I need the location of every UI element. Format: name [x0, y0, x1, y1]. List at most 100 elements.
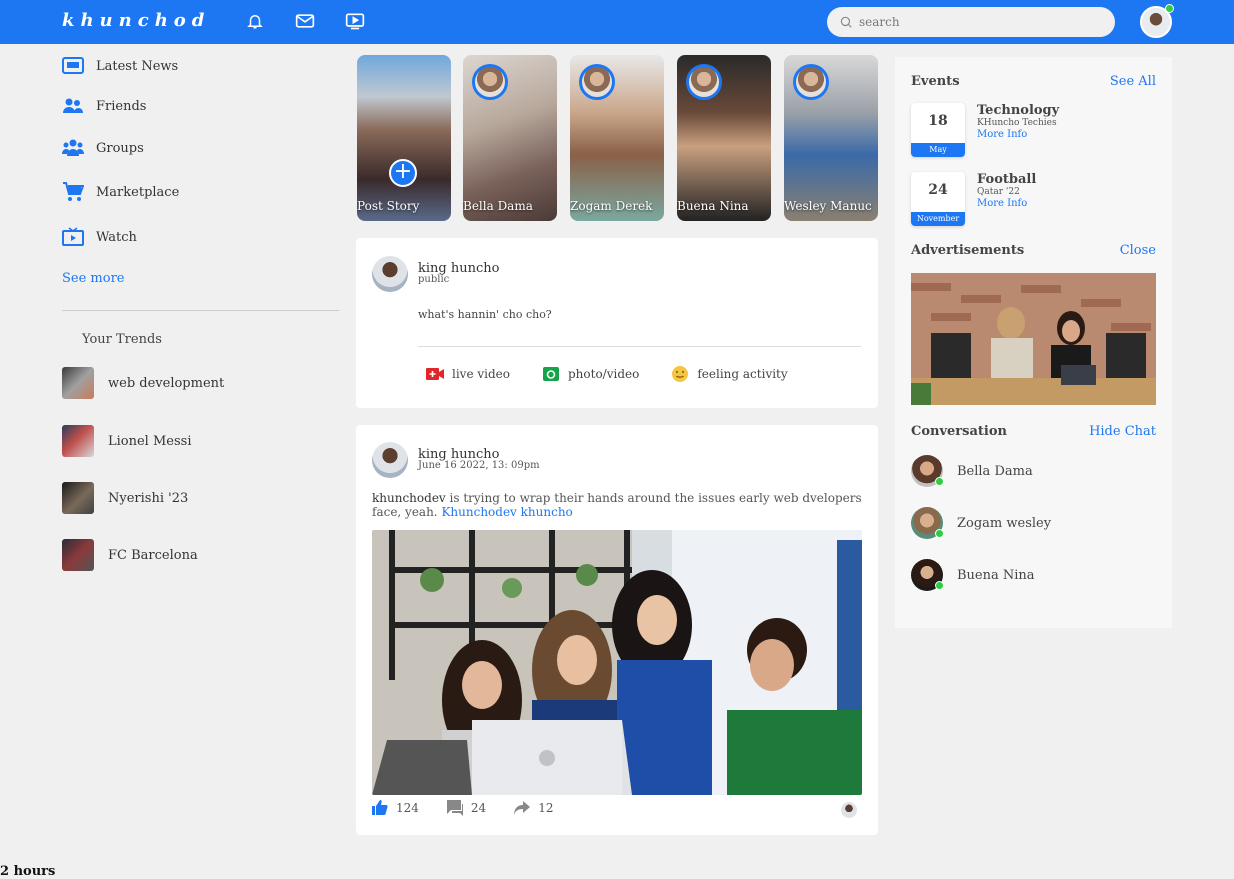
- user-avatar[interactable]: [372, 256, 408, 292]
- groups-icon: [62, 138, 84, 158]
- event-organizer: Qatar '22: [977, 187, 1020, 197]
- thumbs-up-icon: [372, 800, 388, 816]
- cart-icon: [62, 182, 84, 202]
- post-visibility: public: [418, 274, 450, 285]
- event-organizer: KHuncho Techies: [977, 118, 1057, 128]
- news-icon: [62, 56, 84, 76]
- calendar-icon: 18 May: [911, 103, 965, 157]
- event-item[interactable]: 24 November Football Qatar '22 More Info: [911, 172, 1036, 226]
- video-icon[interactable]: [344, 10, 366, 32]
- logo[interactable]: khunchod: [62, 10, 210, 31]
- post-author-avatar[interactable]: [372, 442, 408, 478]
- comment-icon: [446, 800, 463, 816]
- see-all-link[interactable]: See All: [1110, 74, 1156, 89]
- likes-count: 124: [396, 801, 419, 815]
- contact-name: Bella Dama: [957, 463, 1033, 479]
- right-sidebar: Events See All 18 May Technology KHuncho…: [895, 57, 1172, 628]
- see-more-link[interactable]: See more: [62, 271, 125, 286]
- online-indicator: [1165, 4, 1174, 13]
- share-icon: [514, 801, 531, 815]
- sidebar-item-groups[interactable]: Groups: [62, 138, 144, 158]
- sidebar-item-label: Groups: [96, 140, 144, 156]
- chat-contact[interactable]: Buena Nina: [911, 559, 1035, 591]
- story-card[interactable]: Bella Dama: [463, 55, 557, 221]
- event-day: 24: [928, 182, 948, 198]
- share-button[interactable]: 12: [514, 801, 553, 815]
- sidebar-item-marketplace[interactable]: Marketplace: [62, 182, 179, 202]
- sidebar-item-watch[interactable]: Watch: [62, 227, 137, 247]
- post-image[interactable]: [372, 530, 862, 795]
- trend-item[interactable]: Lionel Messi: [62, 425, 191, 457]
- story-label: Post Story: [357, 199, 420, 213]
- search-input[interactable]: [859, 15, 1089, 29]
- shares-count: 12: [538, 801, 554, 815]
- event-more-info-link[interactable]: More Info: [977, 198, 1036, 210]
- trend-item[interactable]: Nyerishi '23: [62, 482, 188, 514]
- ad-image[interactable]: [911, 273, 1156, 405]
- event-more-info-link[interactable]: More Info: [977, 129, 1059, 141]
- trend-thumbnail: [62, 367, 94, 399]
- story-avatar: [472, 64, 508, 100]
- search-icon: [840, 16, 852, 28]
- friends-icon: [62, 96, 84, 116]
- bell-icon[interactable]: [244, 10, 266, 32]
- online-indicator: [935, 529, 944, 538]
- story-label: Bella Dama: [463, 199, 533, 213]
- smiley-icon: [671, 366, 689, 382]
- online-indicator: [935, 477, 944, 486]
- action-label: live video: [452, 367, 510, 381]
- comments-count: 24: [470, 801, 487, 815]
- post-tags[interactable]: Khunchodev khuncho: [441, 505, 572, 519]
- sidebar-item-latest-news[interactable]: Latest News: [62, 56, 178, 76]
- trend-thumbnail: [62, 539, 94, 571]
- story-avatar: [793, 64, 829, 100]
- conversation-title: Conversation: [911, 424, 1007, 439]
- calendar-icon: 24 November: [911, 172, 965, 226]
- composer-input[interactable]: what's hannin' cho cho?: [418, 308, 858, 321]
- event-day: 18: [928, 113, 948, 129]
- trend-label: Nyerishi '23: [108, 490, 189, 506]
- event-item[interactable]: 18 May Technology KHuncho Techies More I…: [911, 103, 1059, 157]
- live-video-icon: [426, 366, 444, 382]
- chat-contact[interactable]: Zogam wesley: [911, 507, 1051, 539]
- like-button[interactable]: 124: [372, 800, 419, 816]
- hide-chat-link[interactable]: Hide Chat: [1089, 424, 1156, 439]
- story-card-post[interactable]: + Post Story: [357, 55, 451, 221]
- mail-icon[interactable]: [294, 10, 316, 32]
- story-label: Wesley Manuc: [784, 199, 872, 213]
- story-avatar: [579, 64, 615, 100]
- comment-button[interactable]: 24: [446, 800, 487, 816]
- trend-item[interactable]: web development: [62, 367, 224, 399]
- contact-avatar: [911, 507, 944, 539]
- event-title: Football: [977, 172, 1037, 187]
- story-card[interactable]: Buena Nina: [677, 55, 771, 221]
- trend-item[interactable]: FC Barcelona: [62, 539, 198, 571]
- tv-icon: [62, 227, 84, 247]
- photo-video-button[interactable]: photo/video: [542, 366, 639, 382]
- close-ads-link[interactable]: Close: [1120, 243, 1156, 258]
- divider: [418, 346, 861, 347]
- live-video-button[interactable]: live video: [426, 366, 510, 382]
- sidebar-item-friends[interactable]: Friends: [62, 96, 146, 116]
- add-story-icon[interactable]: +: [389, 159, 417, 187]
- post-composer: king huncho public what's hannin' cho ch…: [356, 238, 878, 408]
- reaction-avatar[interactable]: [841, 802, 857, 818]
- ads-title: Advertisements: [911, 243, 1025, 258]
- contact-avatar: [911, 559, 944, 591]
- story-card[interactable]: Wesley Manuc: [784, 55, 878, 221]
- trend-thumbnail: [62, 425, 94, 457]
- story-card[interactable]: Zogam Derek: [570, 55, 664, 221]
- story-avatar: [686, 64, 722, 100]
- sidebar-item-label: Watch: [96, 229, 137, 245]
- action-label: photo/video: [568, 367, 640, 381]
- feed-post: king huncho June 16 2022, 13: 09pm khunc…: [356, 425, 878, 835]
- sidebar-item-label: Marketplace: [96, 184, 180, 200]
- divider: [62, 310, 339, 311]
- search-bar[interactable]: [827, 7, 1115, 37]
- post-author-handle[interactable]: khunchodev: [372, 491, 446, 505]
- feeling-activity-button[interactable]: feeling activity: [671, 366, 788, 382]
- contact-avatar: [911, 455, 944, 487]
- story-label: Zogam Derek: [570, 199, 653, 213]
- chat-contact[interactable]: Bella Dama: [911, 455, 1033, 487]
- trend-thumbnail: [62, 482, 94, 514]
